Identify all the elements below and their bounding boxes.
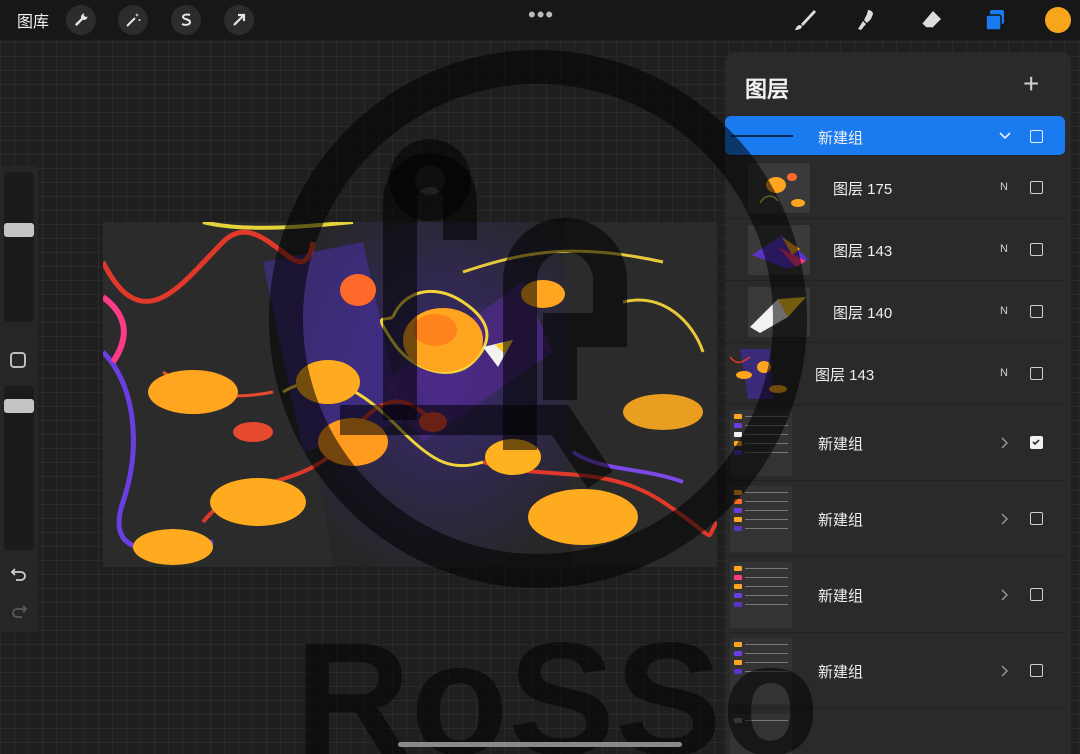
visibility-checkbox[interactable] bbox=[1030, 588, 1043, 601]
chevron-right-icon[interactable] bbox=[998, 588, 1012, 602]
redo-icon[interactable] bbox=[9, 601, 29, 621]
undo-icon[interactable] bbox=[9, 564, 29, 584]
layer-row[interactable]: 图层 143 N bbox=[725, 343, 1065, 405]
gallery-button[interactable]: 图库 bbox=[17, 8, 49, 32]
brush-size-thumb[interactable] bbox=[4, 223, 34, 237]
layer-row[interactable]: 图层 140 N bbox=[725, 281, 1065, 343]
selection-s-icon[interactable] bbox=[171, 5, 201, 35]
visibility-checkbox[interactable] bbox=[1030, 512, 1043, 525]
layer-name: 图层 143 bbox=[833, 243, 893, 260]
top-toolbar: 图库 ••• bbox=[0, 0, 1080, 40]
visibility-checkbox[interactable] bbox=[1030, 130, 1043, 143]
visibility-checkbox[interactable] bbox=[1030, 367, 1043, 380]
layer-name: 新建组 bbox=[818, 588, 864, 605]
layer-thumbnail bbox=[748, 225, 810, 275]
chevron-right-icon[interactable] bbox=[998, 512, 1012, 526]
layer-group-header[interactable]: 新建组 bbox=[725, 116, 1065, 156]
layer-row[interactable]: 图层 143 N bbox=[725, 219, 1065, 281]
layer-name: 图层 175 bbox=[833, 181, 893, 198]
modify-button[interactable] bbox=[10, 352, 26, 368]
layer-thumbnail bbox=[730, 349, 792, 399]
layer-name: 图层 140 bbox=[833, 305, 893, 322]
layer-row[interactable]: 图层 175 N bbox=[725, 157, 1065, 219]
layer-name: 新建组 bbox=[818, 130, 864, 147]
layer-name: 新建组 bbox=[818, 436, 864, 453]
layers-panel-title: 图层 bbox=[745, 77, 790, 102]
layer-group-row[interactable]: 新建组 bbox=[725, 633, 1065, 709]
brush-icon[interactable] bbox=[791, 6, 819, 34]
layer-name: 新建组 bbox=[818, 664, 864, 681]
add-layer-button[interactable]: + bbox=[1023, 70, 1039, 98]
group-thumbnail bbox=[730, 486, 792, 552]
group-thumbnail bbox=[730, 562, 792, 628]
layer-group-row[interactable]: 新建组 bbox=[725, 557, 1065, 633]
opacity-thumb[interactable] bbox=[4, 399, 34, 413]
visibility-checkbox[interactable] bbox=[1030, 181, 1043, 194]
blend-mode-label[interactable]: N bbox=[1000, 181, 1008, 193]
visibility-checkbox[interactable] bbox=[1030, 436, 1043, 449]
color-picker-button[interactable] bbox=[1045, 7, 1071, 33]
visibility-checkbox[interactable] bbox=[1030, 305, 1043, 318]
layer-group-row[interactable]: 新建组 bbox=[725, 481, 1065, 557]
chevron-down-icon[interactable] bbox=[998, 129, 1012, 143]
chevron-right-icon[interactable] bbox=[998, 664, 1012, 678]
visibility-checkbox[interactable] bbox=[1030, 664, 1043, 677]
layers-panel: 图层 + 新建组 图层 175 N 图层 143 N 图层 140 N 图层 1… bbox=[725, 52, 1071, 754]
layer-thumbnail bbox=[748, 287, 810, 337]
artwork-image bbox=[103, 222, 717, 567]
visibility-checkbox[interactable] bbox=[1030, 243, 1043, 256]
drawing-canvas[interactable] bbox=[103, 222, 717, 567]
layer-name: 新建组 bbox=[818, 512, 864, 529]
brush-size-slider[interactable] bbox=[4, 172, 34, 322]
eraser-icon[interactable] bbox=[917, 6, 945, 34]
transform-arrow-icon[interactable] bbox=[224, 5, 254, 35]
group-thumbnail bbox=[730, 638, 792, 704]
layers-icon[interactable] bbox=[981, 6, 1009, 34]
blend-mode-label[interactable]: N bbox=[1000, 367, 1008, 379]
smudge-icon[interactable] bbox=[853, 6, 881, 34]
layer-group-row[interactable]: 新建组 bbox=[725, 405, 1065, 481]
home-indicator[interactable] bbox=[398, 742, 682, 747]
more-menu-button[interactable]: ••• bbox=[528, 2, 554, 28]
layer-thumbnail bbox=[748, 163, 810, 213]
wrench-icon[interactable] bbox=[66, 5, 96, 35]
group-thumbnail bbox=[730, 410, 792, 476]
group-thumbnail bbox=[730, 714, 792, 754]
left-sidebar bbox=[0, 166, 38, 632]
group-thumbnail-line bbox=[731, 135, 793, 137]
blend-mode-label[interactable]: N bbox=[1000, 305, 1008, 317]
layer-name: 图层 143 bbox=[815, 367, 875, 384]
chevron-right-icon[interactable] bbox=[998, 436, 1012, 450]
blend-mode-label[interactable]: N bbox=[1000, 243, 1008, 255]
layer-group-row[interactable] bbox=[725, 709, 1065, 754]
magic-wand-icon[interactable] bbox=[118, 5, 148, 35]
